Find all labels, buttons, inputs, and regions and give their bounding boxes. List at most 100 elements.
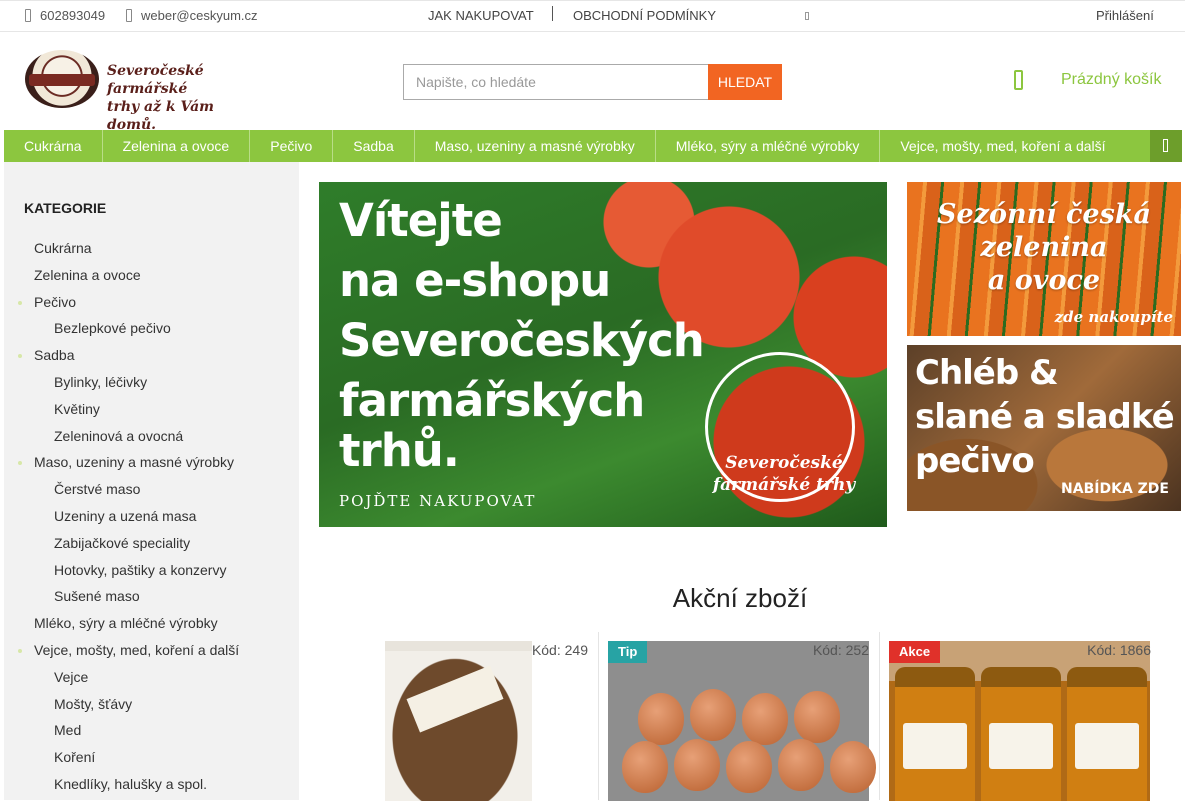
- vegetables-banner-cta[interactable]: zde nakoupíte: [1055, 308, 1173, 326]
- egg-shape: [794, 691, 840, 743]
- sidebar-category-item[interactable]: Zelenina a ovoce: [34, 267, 141, 283]
- vegetables-line-2: zelenina: [980, 232, 1108, 263]
- sidebar-title: KATEGORIE: [24, 200, 107, 216]
- top-bar: 602893049 weber@ceskyum.cz JAK NAKUPOVAT…: [0, 0, 1185, 32]
- sidebar-category-item[interactable]: Bylinky, léčivky: [54, 374, 147, 390]
- product-code: Kód: 1866: [1087, 642, 1151, 658]
- logo-line-1: Severočeské farmářské: [107, 63, 204, 97]
- site-logo[interactable]: Severočeské farmářské trhy až k Vám domů…: [25, 50, 265, 133]
- product-card[interactable]: Kód: 249: [319, 632, 599, 801]
- cart[interactable]: Prázdný košík: [1014, 70, 1161, 90]
- phone-icon: [25, 9, 31, 22]
- sale-section-title: Akční zboží: [672, 583, 808, 613]
- sidebar-category-item[interactable]: Zeleninová a ovocná: [54, 428, 183, 444]
- egg-shape: [742, 693, 788, 745]
- sidebar-category-item[interactable]: Vejce, mošty, med, koření a další: [34, 642, 239, 658]
- sidebar-category-item[interactable]: Zabijačkové speciality: [54, 535, 190, 551]
- bread-line-1: Chléb &: [915, 353, 1059, 393]
- sidebar-category-item[interactable]: Bezlepkové pečivo: [54, 320, 171, 336]
- seal-line-1: Severočeské: [725, 453, 843, 473]
- phone-number[interactable]: 602893049: [40, 8, 105, 23]
- logo-text: Severočeské farmářské trhy až k Vám domů…: [107, 62, 265, 134]
- menu-icon[interactable]: [805, 12, 809, 20]
- category-bullet-icon: [18, 461, 22, 465]
- vegetables-banner-title: Sezónní česká zelenina a ovoce: [907, 198, 1181, 297]
- category-bullet-icon: [18, 649, 22, 653]
- nav-item-cukrarna[interactable]: Cukrárna: [4, 130, 103, 162]
- welcome-line-5: trhů.: [339, 424, 460, 477]
- sidebar-category-item[interactable]: Mléko, sýry a mléčné výrobky: [34, 615, 218, 631]
- product-image[interactable]: [608, 641, 876, 801]
- egg-shape: [622, 741, 668, 793]
- egg-shape: [778, 739, 824, 791]
- egg-shape: [638, 693, 684, 745]
- category-sidebar: KATEGORIE Cukrárna Zelenina a ovoce Pečivo…: [4, 162, 299, 800]
- logo-line-2: trhy až k Vám domů.: [107, 99, 214, 133]
- nav-more-button[interactable]: [1150, 130, 1182, 162]
- email-contact[interactable]: weber@ceskyum.cz: [126, 8, 258, 23]
- category-bullet-icon: [18, 301, 22, 305]
- sidebar-category-item[interactable]: Maso, uzeniny a masné výrobky: [34, 454, 234, 470]
- vegetables-line-3: a ovoce: [987, 265, 1101, 296]
- category-bullet-icon: [18, 354, 22, 358]
- sidebar-category-item[interactable]: Knedlíky, halušky a spol.: [54, 776, 207, 792]
- vegetables-banner[interactable]: Sezónní česká zelenina a ovoce zde nakou…: [907, 182, 1181, 336]
- how-to-shop-link[interactable]: JAK NAKUPOVAT: [428, 8, 534, 23]
- egg-shape: [830, 741, 876, 793]
- logo-seal-icon: [25, 50, 99, 108]
- sidebar-category-item[interactable]: Květiny: [54, 401, 100, 417]
- cart-icon: [1014, 70, 1023, 90]
- product-image[interactable]: [889, 641, 1150, 801]
- login-link[interactable]: Přihlášení: [1096, 8, 1154, 23]
- nav-item-sadba[interactable]: Sadba: [333, 130, 415, 162]
- search-form: HLEDAT: [403, 64, 782, 100]
- welcome-banner[interactable]: Vítejte na e-shopu Severočeských farmářs…: [319, 182, 887, 527]
- product-image[interactable]: [385, 641, 532, 801]
- welcome-cta[interactable]: POJĎTE NAKUPOVAT: [339, 492, 536, 510]
- nav-item-pecivo[interactable]: Pečivo: [250, 130, 334, 162]
- phone-contact[interactable]: 602893049: [25, 8, 105, 23]
- search-input[interactable]: [403, 64, 709, 100]
- search-button[interactable]: HLEDAT: [708, 64, 782, 100]
- nav-item-zelenina[interactable]: Zelenina a ovoce: [103, 130, 251, 162]
- product-card[interactable]: Akce Kód: 1866: [881, 632, 1161, 801]
- vegetables-line-1: Sezónní česká: [937, 199, 1151, 230]
- bread-banner-cta[interactable]: NABÍDKA ZDE: [1061, 481, 1169, 497]
- sidebar-category-item[interactable]: Hotovky, paštiky a konzervy: [54, 562, 226, 578]
- welcome-line-4: farmářských: [339, 374, 645, 427]
- sidebar-category-item[interactable]: Sušené maso: [54, 588, 140, 604]
- sidebar-category-item[interactable]: Pečivo: [34, 294, 76, 310]
- sidebar-category-item[interactable]: Čerstvé maso: [54, 481, 140, 497]
- sidebar-category-item[interactable]: Uzeniny a uzená masa: [54, 508, 196, 524]
- email-icon: [126, 9, 132, 22]
- product-card[interactable]: Tip Kód: 252: [600, 632, 880, 801]
- tip-badge: Tip: [608, 641, 648, 663]
- egg-shape: [726, 741, 772, 793]
- bread-line-2: slané a sladké: [915, 397, 1175, 437]
- sidebar-category-item[interactable]: Cukrárna: [34, 240, 92, 256]
- seal-line-2: farmářské trhy: [712, 475, 856, 495]
- cart-label[interactable]: Prázdný košík: [1061, 71, 1161, 89]
- terms-link[interactable]: OBCHODNÍ PODMÍNKY: [573, 8, 716, 23]
- bread-line-3: pečivo: [915, 441, 1035, 481]
- sidebar-category-item[interactable]: Vejce: [54, 669, 88, 685]
- top-links-divider: [552, 6, 553, 21]
- more-icon: [1163, 139, 1168, 152]
- sale-badge: Akce: [889, 641, 941, 663]
- bread-banner-title: Chléb & slané a sladké pečivo: [915, 351, 1175, 483]
- nav-item-vejce[interactable]: Vejce, mošty, med, koření a další: [880, 130, 1125, 162]
- sidebar-category-item[interactable]: Med: [54, 722, 81, 738]
- welcome-line-3: Severočeských: [339, 314, 705, 367]
- nav-item-maso[interactable]: Maso, uzeniny a masné výrobky: [415, 130, 656, 162]
- sidebar-category-item[interactable]: Mošty, šťávy: [54, 696, 132, 712]
- product-code: Kód: 249: [531, 642, 588, 658]
- email-address[interactable]: weber@ceskyum.cz: [141, 8, 258, 23]
- welcome-line-2: na e-shopu: [339, 254, 611, 307]
- nav-item-mleko[interactable]: Mléko, sýry a mléčné výrobky: [656, 130, 881, 162]
- sidebar-category-item[interactable]: Koření: [54, 749, 95, 765]
- sidebar-category-item[interactable]: Sadba: [34, 347, 74, 363]
- bread-banner[interactable]: Chléb & slané a sladké pečivo NABÍDKA ZD…: [907, 345, 1181, 511]
- main-nav: Cukrárna Zelenina a ovoce Pečivo Sadba M…: [4, 130, 1182, 162]
- egg-shape: [674, 739, 720, 791]
- egg-shape: [690, 689, 736, 741]
